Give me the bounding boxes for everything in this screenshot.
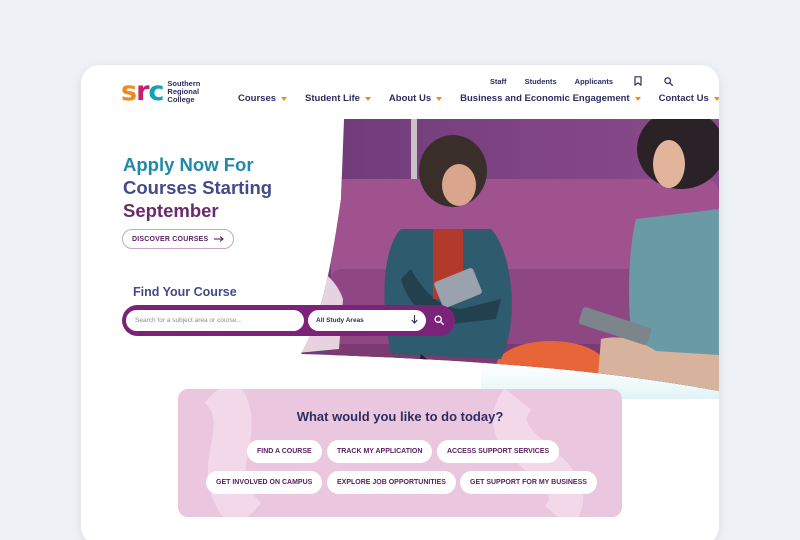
nav-item-label: Contact Us (658, 93, 709, 104)
browser-frame: src Southern Regional College Staff Stud… (81, 65, 719, 540)
logo-wordmark: Southern Regional College (167, 80, 200, 104)
main-nav: Courses Student Life About Us Business a… (238, 93, 719, 104)
nav-item-label: About Us (388, 93, 432, 104)
nav-item-contact-us[interactable]: Contact Us (659, 93, 719, 104)
discover-courses-button[interactable]: DISCOVER COURSES (122, 229, 235, 249)
study-area-select[interactable]: All Study Areas (308, 310, 426, 331)
caret-down-icon (436, 96, 443, 101)
caret-down-icon (634, 96, 641, 101)
discover-courses-label: DISCOVER COURSES (132, 235, 209, 243)
hero-title-line: Courses Starting (123, 177, 273, 198)
hero-title-line: Apply Now For (123, 154, 254, 175)
chip-label: GET SUPPORT FOR MY BUSINESS (470, 479, 587, 486)
study-area-value: All Study Areas (316, 317, 364, 324)
college-logo[interactable]: src Southern Regional College (121, 76, 200, 107)
logo-line: College (167, 95, 195, 104)
course-search-button[interactable] (428, 310, 449, 331)
get-involved-on-campus-button[interactable]: GET INVOLVED ON CAMPUS (206, 471, 323, 494)
caret-down-icon (281, 96, 288, 101)
access-support-services-button[interactable]: ACCESS SUPPORT SERVICES (437, 440, 560, 463)
nav-item-label: Courses (238, 93, 277, 104)
course-search-input[interactable] (126, 310, 304, 331)
quick-actions-panel: What would you like to do today? FIND A … (178, 389, 622, 517)
arrow-right-icon (214, 235, 225, 244)
nav-item-courses[interactable]: Courses (238, 93, 288, 104)
nav-item-student-life[interactable]: Student Life (305, 93, 371, 104)
get-support-for-my-business-button[interactable]: GET SUPPORT FOR MY BUSINESS (460, 471, 597, 494)
quick-actions-heading: What would you like to do today? (296, 409, 504, 424)
chip-label: FIND A COURSE (257, 448, 312, 455)
hero-title-line: September (123, 200, 219, 221)
caret-down-icon (364, 96, 371, 101)
search-icon[interactable] (663, 75, 673, 87)
nav-item-business[interactable]: Business and Economic Engagement (460, 93, 641, 104)
search-icon (433, 312, 444, 330)
bookmark-icon[interactable] (633, 75, 643, 87)
explore-job-opportunities-button[interactable]: EXPLORE JOB OPPORTUNITIES (327, 471, 456, 494)
chip-label: TRACK MY APPLICATION (337, 448, 423, 455)
logo-mark: src (121, 76, 164, 107)
chip-label: EXPLORE JOB OPPORTUNITIES (337, 479, 446, 486)
chip-label: GET INVOLVED ON CAMPUS (216, 479, 313, 486)
hero-section: Apply Now For Courses Starting September… (81, 119, 719, 399)
utility-link-students[interactable]: Students (525, 77, 557, 86)
chip-label: ACCESS SUPPORT SERVICES (447, 448, 550, 455)
course-search-bar: All Study Areas (122, 305, 455, 336)
utility-nav: Staff Students Applicants (472, 75, 673, 87)
nav-item-label: Student Life (305, 93, 360, 104)
find-a-course-button[interactable]: FIND A COURSE (247, 440, 322, 463)
arrow-down-icon (411, 315, 418, 326)
nav-item-about-us[interactable]: About Us (388, 93, 443, 104)
track-my-application-button[interactable]: TRACK MY APPLICATION (327, 440, 433, 463)
utility-link-staff[interactable]: Staff (490, 77, 507, 86)
utility-link-applicants[interactable]: Applicants (575, 77, 613, 86)
hero-title: Apply Now For Courses Starting September (123, 153, 323, 222)
nav-item-label: Business and Economic Engagement (460, 93, 630, 104)
find-your-course-heading: Find Your Course (133, 285, 237, 299)
caret-down-icon (713, 96, 719, 101)
